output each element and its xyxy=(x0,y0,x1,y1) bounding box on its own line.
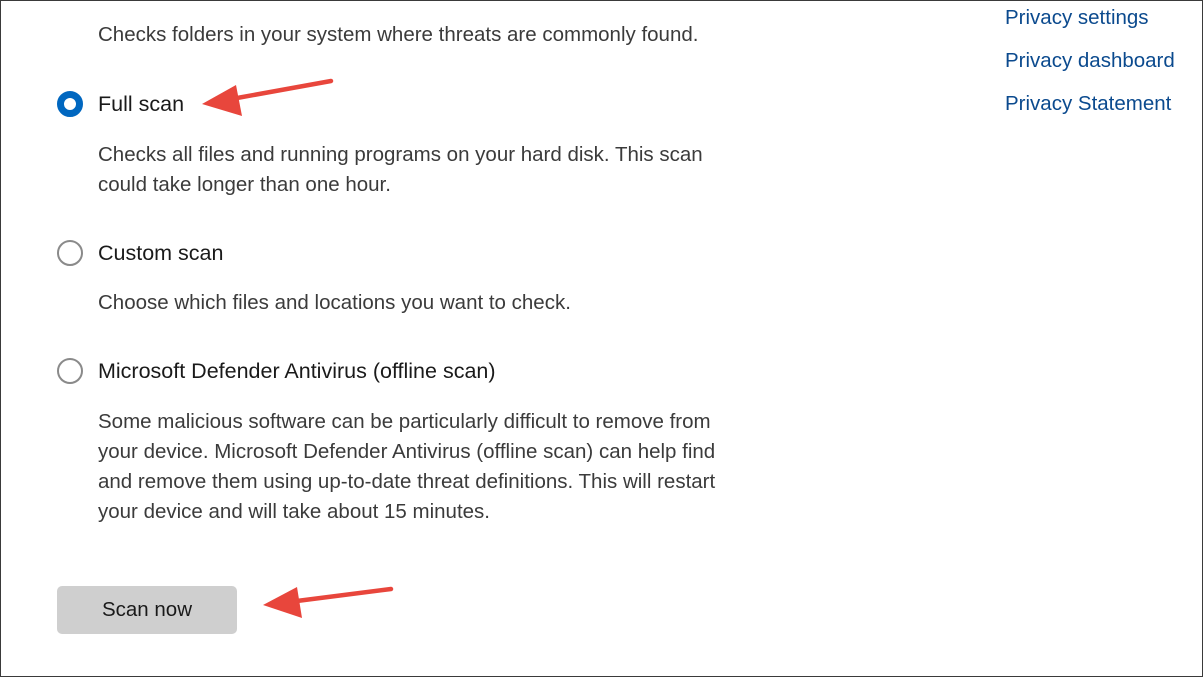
custom-scan-description: Choose which files and locations you wan… xyxy=(98,291,571,314)
privacy-links: Privacy settings Privacy dashboard Priva… xyxy=(1005,3,1175,132)
privacy-statement-link[interactable]: Privacy Statement xyxy=(1005,89,1175,132)
arrow-left-icon xyxy=(263,586,394,618)
offline-scan-description: Some malicious software can be particula… xyxy=(98,410,716,523)
full-scan-option[interactable]: Full scan xyxy=(57,89,184,119)
offline-scan-label: Microsoft Defender Antivirus (offline sc… xyxy=(98,358,496,383)
scan-now-button[interactable]: Scan now xyxy=(57,586,237,634)
offline-scan-radio[interactable] xyxy=(57,358,83,384)
privacy-settings-link[interactable]: Privacy settings xyxy=(1005,3,1175,46)
full-scan-description: Checks all files and running programs on… xyxy=(98,143,703,196)
quick-scan-description: Checks folders in your system where thre… xyxy=(98,23,699,46)
offline-scan-option[interactable]: Microsoft Defender Antivirus (offline sc… xyxy=(57,356,496,386)
privacy-dashboard-link[interactable]: Privacy dashboard xyxy=(1005,46,1175,89)
scan-options-panel: Checks folders in your system where thre… xyxy=(0,0,1203,677)
custom-scan-radio[interactable] xyxy=(57,240,83,266)
full-scan-radio[interactable] xyxy=(57,91,83,117)
full-scan-label: Full scan xyxy=(98,91,185,116)
custom-scan-option[interactable]: Custom scan xyxy=(57,238,223,268)
custom-scan-label: Custom scan xyxy=(98,240,224,265)
arrow-left-icon xyxy=(202,78,334,116)
